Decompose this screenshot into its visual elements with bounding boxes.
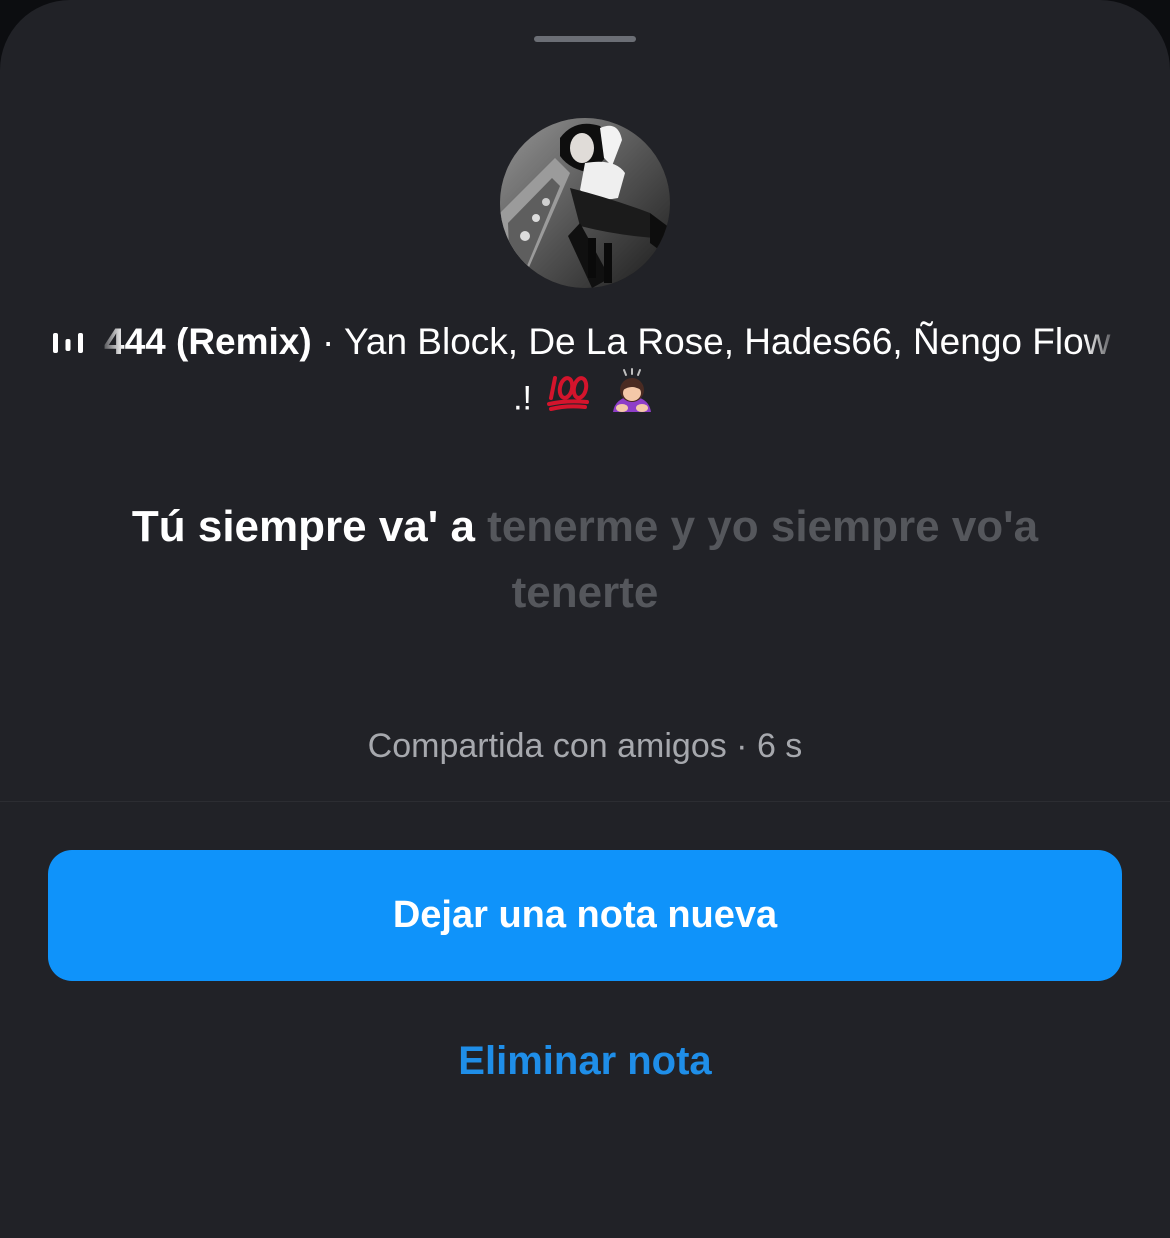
music-attribution[interactable]: 444 (Remix) · Yan Block, De La Rose, Had… xyxy=(0,312,1170,372)
audio-bars-icon xyxy=(53,333,83,353)
avatar xyxy=(500,118,670,288)
track-title: 444 (Remix) xyxy=(104,321,312,362)
lyric-sung: Tú siempre va' a xyxy=(131,502,488,551)
sheet-grabber-handle[interactable] xyxy=(534,36,636,42)
note-emoji-caption: .! xyxy=(0,368,1170,433)
track-artists: Yan Block, De La Rose, Hades66, Ñengo Fl… xyxy=(343,321,1111,362)
hundred-points-icon xyxy=(547,372,591,429)
share-audience-timestamp: Compartida con amigos · 6 s xyxy=(367,727,803,765)
lyric-text: Tú siempre va' a tenerme y yo siempre vo… xyxy=(100,494,1070,626)
track-separator: · xyxy=(311,321,344,362)
lyric-unsung: tenerme y yo siempre vo'a tenerte xyxy=(487,502,1039,617)
track-info-marquee: 444 (Remix) · Yan Block, De La Rose, Had… xyxy=(104,312,1114,372)
avatar-photo xyxy=(500,118,670,288)
note-bottom-sheet: 444 (Remix) · Yan Block, De La Rose, Had… xyxy=(0,0,1170,1238)
caption-text: .! xyxy=(513,379,532,418)
divider xyxy=(0,801,1170,802)
delete-note-button[interactable]: Eliminar nota xyxy=(385,1030,785,1092)
leave-new-note-button[interactable]: Dejar una nota nueva xyxy=(48,850,1122,981)
person-bowing-icon xyxy=(607,368,657,433)
